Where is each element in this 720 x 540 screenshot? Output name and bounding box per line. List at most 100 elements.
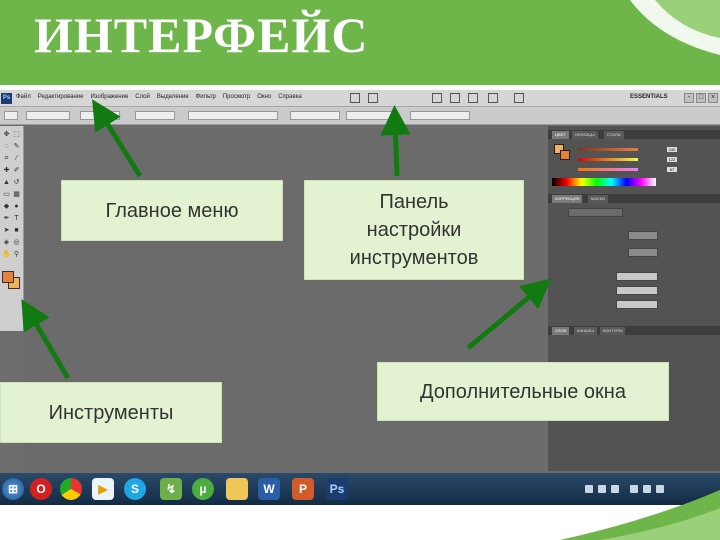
dodge-tool-icon[interactable]: ● [12,202,21,211]
lasso-tool-icon[interactable]: ◌ [2,142,11,151]
blur-tool-icon[interactable]: ◆ [2,202,11,211]
menu-select[interactable]: Выделение [157,94,189,100]
tool-preset-picker[interactable] [4,111,18,120]
selection-mode-buttons[interactable] [26,111,70,120]
mask-edge-button[interactable] [616,272,658,281]
refine-edge-button[interactable] [410,111,470,120]
tools-panel: ✥ ⬚ ◌ ✎ ⌗ ⁄ ✚ ✐ ▲ ↺ ▭ ▦ ◆ ● ✒ T ➤ ■ ◈ ◎ … [0,126,24,331]
mask-type-button[interactable] [568,208,623,217]
red-value-field[interactable]: 240 [666,146,678,153]
close-button[interactable]: × [708,93,718,103]
label-tools: Инструменты [0,382,222,443]
type-tool-icon[interactable]: T [12,214,21,223]
utorrent-icon[interactable]: µ [192,478,214,500]
photoshop-icon[interactable]: Ps [326,478,348,500]
history-brush-tool-icon[interactable]: ↺ [12,178,21,187]
crop-tool-icon[interactable]: ⌗ [2,154,11,163]
label-options-line-2: настройки [366,219,462,241]
menu-view[interactable]: Просмотр [223,94,250,100]
tab-styles[interactable]: СТИЛИ [604,131,624,139]
tab-color[interactable]: ЦВЕТ [552,131,569,139]
color-spectrum-bar[interactable] [552,178,656,186]
density-field[interactable] [628,231,658,240]
marquee-tool-icon[interactable]: ⬚ [12,130,21,139]
style-select[interactable] [188,111,278,120]
main-menu-bar: Ps Файл Редактирование Изображение Слой … [0,90,720,107]
tab-layers[interactable]: СЛОИ [552,327,570,335]
menu-image[interactable]: Изображение [90,94,128,100]
blue-slider[interactable] [578,168,638,171]
arrange-icon[interactable] [488,93,498,103]
media-player-icon[interactable]: ▶ [92,478,114,500]
camera-tool-icon[interactable]: ◎ [12,238,21,247]
label-options-panel: Панель настройки инструментов [304,180,524,280]
zoom-icon[interactable] [450,93,460,103]
menu-filter[interactable]: Фильтр [196,94,216,100]
bridge-icon[interactable] [350,93,360,103]
healing-tool-icon[interactable]: ✚ [2,166,11,175]
menu-help[interactable]: Справка [278,94,302,100]
gradient-tool-icon[interactable]: ▦ [12,190,21,199]
label-extra-windows: Дополнительные окна [377,362,669,421]
shape-tool-icon[interactable]: ■ [12,226,21,235]
color-panel-fg-swatch[interactable] [560,150,570,160]
green-slider[interactable] [578,158,638,161]
layers-panel-tabs: СЛОИ КАНАЛЫ КОНТУРЫ [548,326,720,335]
3d-tool-icon[interactable]: ◈ [2,238,11,247]
hand-icon[interactable] [432,93,442,103]
invert-button[interactable] [616,300,658,309]
menu-layer[interactable]: Слой [135,94,150,100]
opera-icon[interactable]: O [30,478,52,500]
photoshop-logo: Ps [1,93,12,104]
color-range-button[interactable] [616,286,658,295]
height-field[interactable] [346,111,396,120]
menu-window[interactable]: Окно [257,94,271,100]
anti-alias-checkbox[interactable] [135,111,175,120]
adjustments-panel-tabs: КОРРЕКЦИЯ МАСКИ [548,194,720,203]
width-field[interactable] [290,111,340,120]
menu-edit[interactable]: Редактирование [38,94,84,100]
tab-swatches[interactable]: ОБРАЗЦЫ [572,131,598,139]
brush-tool-icon[interactable]: ✐ [12,166,21,175]
skype-icon[interactable]: S [124,478,146,500]
tab-channels[interactable]: КАНАЛЫ [574,327,597,335]
label-main-menu: Главное меню [61,180,283,241]
word-icon[interactable]: W [258,478,280,500]
label-options-line-1: Панель [379,191,449,213]
eraser-tool-icon[interactable]: ▭ [2,190,11,199]
zoom-tool-icon[interactable]: ⚲ [12,250,21,259]
tab-masks[interactable]: МАСКИ [588,195,609,203]
path-select-tool-icon[interactable]: ➤ [2,226,11,235]
folder-icon[interactable] [226,478,248,500]
rotate-icon[interactable] [468,93,478,103]
maximize-button[interactable]: □ [696,93,706,103]
eyedropper-tool-icon[interactable]: ⁄ [12,154,21,163]
powerpoint-icon[interactable]: P [292,478,314,500]
minimize-button[interactable]: - [684,93,694,103]
tool-options-bar [0,107,720,125]
red-slider[interactable] [578,148,638,151]
menu-items: Файл Редактирование Изображение Слой Выд… [16,94,302,100]
menu-file[interactable]: Файл [16,94,31,100]
label-options-line-3: инструментов [349,247,479,269]
move-tool-icon[interactable]: ✥ [2,130,11,139]
windows-start-icon[interactable]: ⊞ [2,478,24,500]
footer-decoration [560,490,720,540]
chrome-icon[interactable] [60,478,82,500]
pen-tool-icon[interactable]: ✒ [2,214,11,223]
quick-select-tool-icon[interactable]: ✎ [12,142,21,151]
hand-tool-icon[interactable]: ✋ [2,250,11,259]
screen-mode-icon[interactable] [514,93,524,103]
network-icon[interactable]: ↯ [160,478,182,500]
stamp-tool-icon[interactable]: ▲ [2,178,11,187]
blue-value-field[interactable]: 67 [666,166,678,173]
feather-panel-field[interactable] [628,248,658,257]
workspace-switcher[interactable]: ESSENTIALS [630,94,668,100]
green-value-field[interactable]: 122 [666,156,678,163]
tab-adjustments[interactable]: КОРРЕКЦИЯ [552,195,583,203]
view-extras-icon[interactable] [368,93,378,103]
foreground-color-swatch[interactable] [2,271,14,283]
feather-field[interactable] [80,111,120,120]
slide-title: ИНТЕРФЕЙС [34,7,369,63]
tab-paths[interactable]: КОНТУРЫ [600,327,626,335]
